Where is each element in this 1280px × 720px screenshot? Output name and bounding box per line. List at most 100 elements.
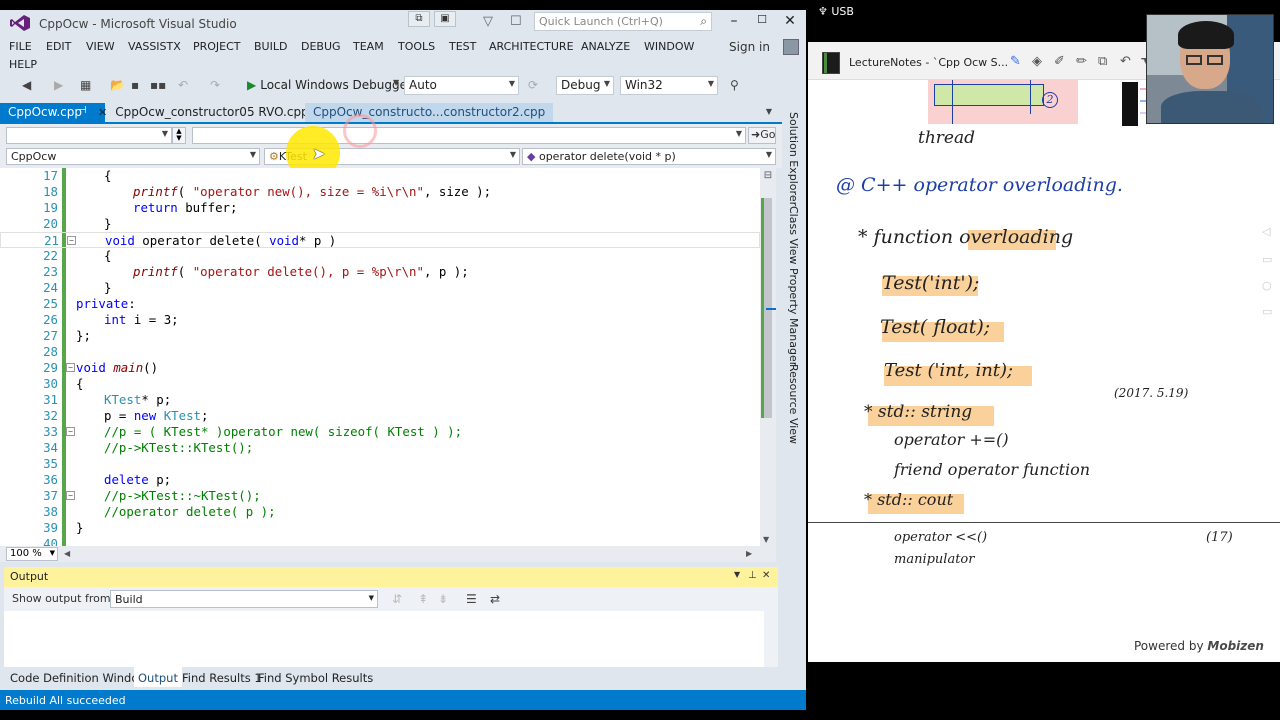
- code-line: 25 private:: [0, 296, 760, 312]
- output-source-combo[interactable]: Build ▼: [110, 590, 378, 608]
- collapse-icon[interactable]: −: [66, 427, 75, 436]
- undo-icon[interactable]: ↶: [178, 78, 188, 92]
- editor-vertical-scrollbar[interactable]: ⊟ ▼: [760, 168, 776, 546]
- menu-build[interactable]: BUILD: [254, 40, 287, 53]
- close-icon[interactable]: ✕: [98, 106, 107, 119]
- save-all-icon[interactable]: ▪▪: [150, 78, 166, 92]
- menu-debug[interactable]: DEBUG: [301, 40, 341, 53]
- menu-project[interactable]: PROJECT: [193, 40, 241, 53]
- flag-icon[interactable]: ▣: [434, 11, 456, 27]
- scroll-left-icon[interactable]: ◀: [64, 549, 70, 558]
- notes-page[interactable]: 2 thread @ C++ operator overloading. * f…: [808, 80, 1280, 662]
- visual-studio-logo-icon: [10, 15, 30, 31]
- pin-icon[interactable]: ⊣: [78, 105, 87, 116]
- tab-overflow-icon[interactable]: ▼: [766, 107, 772, 116]
- find-in-files-icon[interactable]: ⚲: [730, 78, 739, 92]
- menu-test[interactable]: TEST: [449, 40, 476, 53]
- word-wrap-icon[interactable]: ⇄: [490, 592, 500, 606]
- tab-output[interactable]: Output: [134, 667, 182, 687]
- clear-all-icon[interactable]: ☰: [466, 592, 477, 606]
- menu-tools[interactable]: TOOLS: [398, 40, 435, 53]
- tab-find-symbol-results[interactable]: Find Symbol Results: [258, 671, 373, 685]
- search-icon: ⌕: [700, 14, 707, 28]
- tab-class-view[interactable]: Class View: [787, 206, 800, 265]
- output-scrollbar[interactable]: [764, 611, 778, 667]
- configuration-combo[interactable]: Debug ▼: [556, 76, 614, 95]
- context-combo[interactable]: ▼: [6, 127, 172, 144]
- menu-vassistx[interactable]: VASSISTX: [128, 40, 181, 53]
- back-icon[interactable]: ◀: [22, 78, 31, 92]
- tab-constructor2[interactable]: CppOcw_constructo...constructor2.cpp: [305, 103, 554, 123]
- collapse-icon[interactable]: −: [66, 491, 75, 500]
- scroll-right-icon[interactable]: ▶: [746, 549, 752, 558]
- pencil-icon[interactable]: ✏: [1076, 54, 1087, 69]
- tab-property-manager[interactable]: Property Manager: [787, 268, 800, 366]
- tab-code-definition-window[interactable]: Code Definition Window: [10, 671, 148, 685]
- collapse-icon[interactable]: −: [67, 236, 76, 245]
- notification-icon[interactable]: ⧉: [408, 11, 430, 27]
- page-icon[interactable]: ▭: [1262, 253, 1276, 266]
- code-text: (: [177, 184, 193, 199]
- thumbnail-marker: [1122, 82, 1138, 126]
- tab-solution-explorer[interactable]: Solution Explorer: [787, 112, 800, 206]
- marker-icon[interactable]: ✐: [1054, 54, 1065, 69]
- filter-icon[interactable]: ▽: [483, 14, 493, 29]
- open-file-icon[interactable]: 📂: [110, 78, 125, 92]
- output-text-area[interactable]: [4, 611, 778, 667]
- tab-constructor05-rvo[interactable]: ✕ CppOcw_constructor05 RVO.cpp: [92, 103, 317, 123]
- quick-launch-input[interactable]: Quick Launch (Ctrl+Q) ⌕: [534, 12, 712, 31]
- user-account-icon[interactable]: [783, 39, 799, 55]
- platform-combo[interactable]: Win32 ▼: [620, 76, 718, 95]
- pin-icon[interactable]: ⊥: [748, 570, 757, 581]
- navigation-bar: CppOcw▼ ⚙KTest▼ ◆ operator delete(void *…: [0, 146, 782, 168]
- go-button[interactable]: ➜Go: [748, 127, 776, 144]
- auto-combo[interactable]: Auto ▼: [404, 76, 519, 95]
- tab-cppocw-cpp[interactable]: CppOcw.cpp ⊣: [0, 103, 105, 123]
- next-message-icon[interactable]: ⇟: [438, 592, 448, 606]
- eraser-icon[interactable]: ◈: [1032, 54, 1042, 69]
- feedback-icon[interactable]: ☐: [510, 14, 522, 29]
- menu-analyze[interactable]: ANALYZE: [581, 40, 630, 53]
- start-debugging-button[interactable]: ▶ Local Windows Debugger: [247, 78, 412, 92]
- close-window-button[interactable]: ✕: [780, 13, 800, 29]
- refresh-icon[interactable]: ⟳: [528, 78, 538, 92]
- zoom-combo[interactable]: 100 % ▼: [6, 547, 58, 561]
- project-combo[interactable]: CppOcw ▼: [6, 148, 260, 165]
- member-combo[interactable]: ◆ operator delete(void * p) ▼: [522, 148, 776, 165]
- pen-icon[interactable]: ✎: [1010, 54, 1021, 69]
- undo-icon[interactable]: ↶: [1120, 54, 1131, 69]
- menu-file[interactable]: FILE: [9, 40, 32, 53]
- tab-find-results-1[interactable]: Find Results 1: [182, 671, 262, 685]
- circle-icon[interactable]: ○: [1262, 279, 1276, 292]
- save-icon[interactable]: ▪: [131, 78, 139, 92]
- scroll-up-icon[interactable]: ◁: [1262, 225, 1276, 238]
- previous-message-icon[interactable]: ⇞: [418, 592, 428, 606]
- menu-view[interactable]: VIEW: [86, 40, 115, 53]
- code-string: ": [416, 264, 424, 279]
- menu-team[interactable]: TEAM: [353, 40, 384, 53]
- sign-in-link[interactable]: Sign in: [729, 40, 770, 54]
- close-icon[interactable]: ✕: [762, 570, 770, 581]
- spin-control[interactable]: ▲ ▼: [172, 127, 186, 144]
- redo-icon[interactable]: ↷: [210, 78, 220, 92]
- menu-architecture[interactable]: ARCHITECTURE: [489, 40, 574, 53]
- go-to-error-icon[interactable]: ⇵: [392, 592, 402, 606]
- minimize-button[interactable]: –: [724, 13, 744, 29]
- notebook-icon[interactable]: [822, 52, 840, 74]
- menu-edit[interactable]: EDIT: [46, 40, 71, 53]
- copy-icon[interactable]: ⧉: [1098, 54, 1107, 69]
- square-icon[interactable]: ▭: [1262, 305, 1276, 318]
- maximize-button[interactable]: ☐: [752, 13, 772, 26]
- new-project-icon[interactable]: ▦: [80, 78, 91, 92]
- menu-help[interactable]: HELP: [9, 58, 37, 71]
- tab-resource-view[interactable]: Resource View: [787, 364, 800, 444]
- definition-combo[interactable]: ▼: [192, 127, 746, 144]
- debugger-dropdown-icon[interactable]: ▼: [393, 78, 399, 87]
- code-editor[interactable]: 17{ 18 printf( "operator new(), size = %i…: [0, 168, 776, 546]
- dropdown-icon[interactable]: ▼: [734, 570, 740, 579]
- collapse-icon[interactable]: −: [66, 363, 75, 372]
- forward-icon[interactable]: ▶: [54, 78, 63, 92]
- scroll-down-icon[interactable]: ▼: [763, 535, 769, 544]
- split-icon[interactable]: ⊟: [762, 170, 774, 184]
- menu-window[interactable]: WINDOW: [644, 40, 694, 53]
